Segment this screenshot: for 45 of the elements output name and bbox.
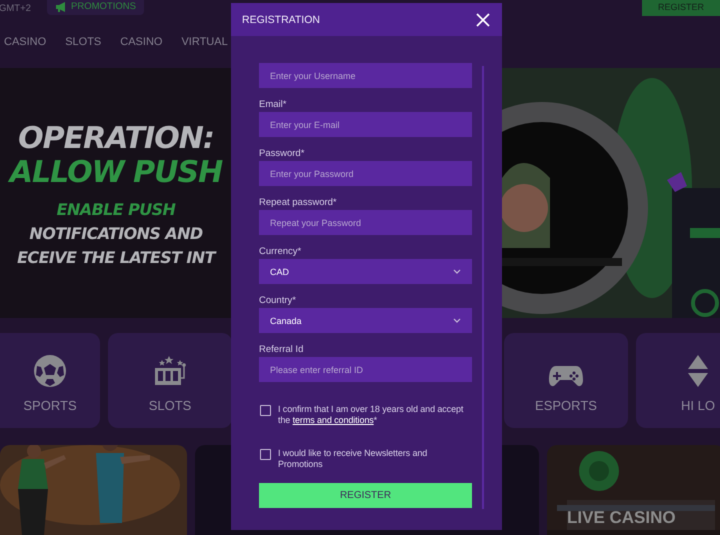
field-label: Email* [259, 98, 286, 112]
register-button[interactable]: REGISTER [642, 0, 720, 16]
nav-link[interactable]: SLOTS [65, 36, 102, 48]
card-title: LIVE CASINO [567, 508, 676, 528]
megaphone-icon [55, 1, 66, 12]
nav-link[interactable]: CASINO [120, 36, 162, 48]
field-label: Country* [259, 294, 296, 308]
checkbox[interactable] [260, 449, 271, 460]
text-field[interactable]: Repeat your Password [259, 210, 472, 235]
soccer-ball-icon [33, 354, 67, 388]
chevron-icon [453, 318, 461, 323]
banner-headline: ALLOW PUSH [10, 156, 222, 190]
field-label: Referral Id [259, 343, 304, 357]
register-button[interactable]: REGISTER [259, 483, 472, 508]
promotions-link[interactable]: PROMOTIONS [47, 0, 144, 14]
slot-machine-icon [153, 354, 187, 388]
text-field[interactable]: Enter your Username [259, 63, 472, 88]
close-icon [476, 12, 490, 26]
chevron-icon [453, 269, 461, 274]
category-tile[interactable]: SLOTS [108, 333, 232, 428]
field-label: Currency* [259, 245, 302, 259]
scrollbar[interactable] [482, 66, 484, 509]
dropdown[interactable]: Canada [259, 308, 472, 333]
dialog-title: REGISTRATION [242, 14, 320, 26]
nav-link[interactable]: VIRTUAL [181, 36, 228, 48]
category-tile[interactable]: HI LO [636, 333, 720, 428]
close-button[interactable] [476, 12, 490, 26]
banner-subline: ECEIVE THE LATEST INT [17, 247, 215, 269]
text-field[interactable]: Please enter referral ID [259, 357, 472, 382]
category-tile[interactable]: SPORTS [0, 333, 100, 428]
text-field[interactable]: Enter your Password [259, 161, 472, 186]
nav-link[interactable]: CASINO [4, 36, 46, 48]
dropdown[interactable]: CAD [259, 259, 472, 284]
field-label: Repeat password* [259, 196, 337, 210]
banner-subline: NOTIFICATIONS AND [29, 223, 203, 245]
consent-text: I confirm that I am over 18 years old and accept the terms and conditions* [278, 404, 464, 426]
consent-text: I would like to receive Newsletters and Promotions [278, 448, 428, 470]
field-label: Password* [259, 147, 304, 161]
banner-subline: ENABLE PUSH [56, 199, 176, 221]
terms-link[interactable]: terms and conditions [292, 415, 374, 425]
checkbox[interactable] [260, 405, 271, 416]
text-field[interactable]: Enter your E-mail [259, 112, 472, 137]
banner-headline: OPERATION: [18, 122, 214, 156]
category-tile[interactable]: ESPORTS [504, 333, 628, 428]
up-down-arrows-icon [686, 354, 710, 388]
